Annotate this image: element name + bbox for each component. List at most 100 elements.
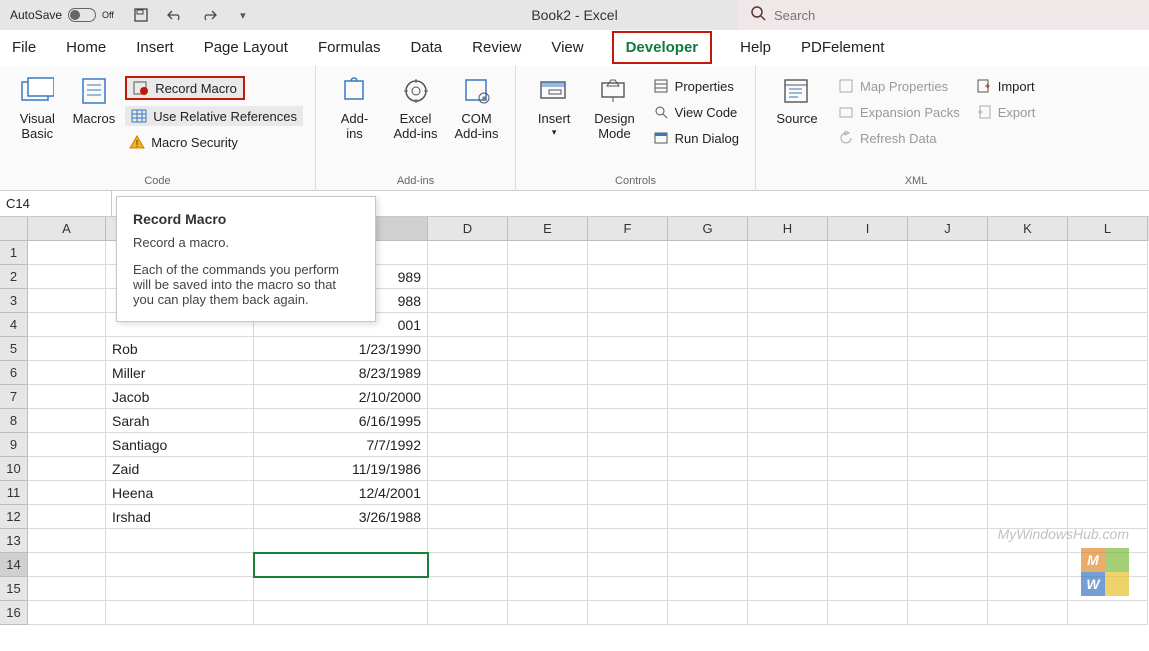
- cell-J12[interactable]: [908, 505, 988, 529]
- cell-H14[interactable]: [748, 553, 828, 577]
- cell-G8[interactable]: [668, 409, 748, 433]
- cell-I6[interactable]: [828, 361, 908, 385]
- cell-E12[interactable]: [508, 505, 588, 529]
- cell-L16[interactable]: [1068, 601, 1148, 625]
- macro-security-button[interactable]: ! Macro Security: [125, 132, 242, 152]
- cell-E7[interactable]: [508, 385, 588, 409]
- row-header-11[interactable]: 11: [0, 481, 28, 505]
- tab-file[interactable]: File: [10, 33, 38, 62]
- row-header-16[interactable]: 16: [0, 601, 28, 625]
- cell-L9[interactable]: [1068, 433, 1148, 457]
- cell-A13[interactable]: [28, 529, 106, 553]
- row-header-8[interactable]: 8: [0, 409, 28, 433]
- cell-I11[interactable]: [828, 481, 908, 505]
- cell-G6[interactable]: [668, 361, 748, 385]
- cell-K14[interactable]: [988, 553, 1068, 577]
- row-header-7[interactable]: 7: [0, 385, 28, 409]
- cell-C6[interactable]: 8/23/1989: [254, 361, 428, 385]
- cell-H3[interactable]: [748, 289, 828, 313]
- cell-G12[interactable]: [668, 505, 748, 529]
- cell-J3[interactable]: [908, 289, 988, 313]
- cell-K8[interactable]: [988, 409, 1068, 433]
- cell-H4[interactable]: [748, 313, 828, 337]
- cell-J1[interactable]: [908, 241, 988, 265]
- cell-A14[interactable]: [28, 553, 106, 577]
- source-button[interactable]: Source: [768, 74, 826, 148]
- cell-H11[interactable]: [748, 481, 828, 505]
- cell-A16[interactable]: [28, 601, 106, 625]
- cell-E2[interactable]: [508, 265, 588, 289]
- cell-F16[interactable]: [588, 601, 668, 625]
- cell-D15[interactable]: [428, 577, 508, 601]
- cell-B14[interactable]: [106, 553, 254, 577]
- cell-K13[interactable]: [988, 529, 1068, 553]
- cell-F10[interactable]: [588, 457, 668, 481]
- cell-I7[interactable]: [828, 385, 908, 409]
- cell-E16[interactable]: [508, 601, 588, 625]
- cell-A2[interactable]: [28, 265, 106, 289]
- cell-G9[interactable]: [668, 433, 748, 457]
- cell-C16[interactable]: [254, 601, 428, 625]
- cell-C8[interactable]: 6/16/1995: [254, 409, 428, 433]
- cell-H16[interactable]: [748, 601, 828, 625]
- cell-C11[interactable]: 12/4/2001: [254, 481, 428, 505]
- cell-H5[interactable]: [748, 337, 828, 361]
- row-header-10[interactable]: 10: [0, 457, 28, 481]
- cell-K12[interactable]: [988, 505, 1068, 529]
- cell-L14[interactable]: [1068, 553, 1148, 577]
- column-header-G[interactable]: G: [668, 217, 748, 241]
- autosave-toggle[interactable]: AutoSave Off: [10, 8, 114, 22]
- undo-icon[interactable]: [166, 6, 184, 24]
- cell-E8[interactable]: [508, 409, 588, 433]
- cell-A7[interactable]: [28, 385, 106, 409]
- cell-F15[interactable]: [588, 577, 668, 601]
- cell-B12[interactable]: Irshad: [106, 505, 254, 529]
- addins-button[interactable]: Add-ins: [328, 74, 381, 142]
- cell-L2[interactable]: [1068, 265, 1148, 289]
- cell-I8[interactable]: [828, 409, 908, 433]
- cell-F14[interactable]: [588, 553, 668, 577]
- cell-K9[interactable]: [988, 433, 1068, 457]
- tab-pdfelement[interactable]: PDFelement: [799, 33, 886, 62]
- cell-F13[interactable]: [588, 529, 668, 553]
- cell-B7[interactable]: Jacob: [106, 385, 254, 409]
- cell-D8[interactable]: [428, 409, 508, 433]
- cell-A4[interactable]: [28, 313, 106, 337]
- name-box[interactable]: C14: [0, 191, 112, 216]
- cell-D3[interactable]: [428, 289, 508, 313]
- macros-button[interactable]: Macros: [69, 74, 120, 127]
- cell-F8[interactable]: [588, 409, 668, 433]
- row-header-4[interactable]: 4: [0, 313, 28, 337]
- cell-J6[interactable]: [908, 361, 988, 385]
- cell-G10[interactable]: [668, 457, 748, 481]
- cell-G15[interactable]: [668, 577, 748, 601]
- cell-F9[interactable]: [588, 433, 668, 457]
- excel-addins-button[interactable]: ExcelAdd-ins: [389, 74, 442, 142]
- cell-J7[interactable]: [908, 385, 988, 409]
- cell-K2[interactable]: [988, 265, 1068, 289]
- cell-L8[interactable]: [1068, 409, 1148, 433]
- cell-B11[interactable]: Heena: [106, 481, 254, 505]
- cell-H1[interactable]: [748, 241, 828, 265]
- cell-E3[interactable]: [508, 289, 588, 313]
- cell-C9[interactable]: 7/7/1992: [254, 433, 428, 457]
- cell-L7[interactable]: [1068, 385, 1148, 409]
- cell-J16[interactable]: [908, 601, 988, 625]
- cell-L3[interactable]: [1068, 289, 1148, 313]
- use-relative-refs-button[interactable]: Use Relative References: [125, 106, 303, 126]
- cell-D12[interactable]: [428, 505, 508, 529]
- cell-G3[interactable]: [668, 289, 748, 313]
- cell-F3[interactable]: [588, 289, 668, 313]
- cell-H10[interactable]: [748, 457, 828, 481]
- column-header-K[interactable]: K: [988, 217, 1068, 241]
- cell-E5[interactable]: [508, 337, 588, 361]
- cell-I1[interactable]: [828, 241, 908, 265]
- tab-formulas[interactable]: Formulas: [316, 33, 383, 62]
- cell-I2[interactable]: [828, 265, 908, 289]
- cell-I16[interactable]: [828, 601, 908, 625]
- cell-A6[interactable]: [28, 361, 106, 385]
- cell-D13[interactable]: [428, 529, 508, 553]
- cell-J2[interactable]: [908, 265, 988, 289]
- cell-K4[interactable]: [988, 313, 1068, 337]
- cell-B5[interactable]: Rob: [106, 337, 254, 361]
